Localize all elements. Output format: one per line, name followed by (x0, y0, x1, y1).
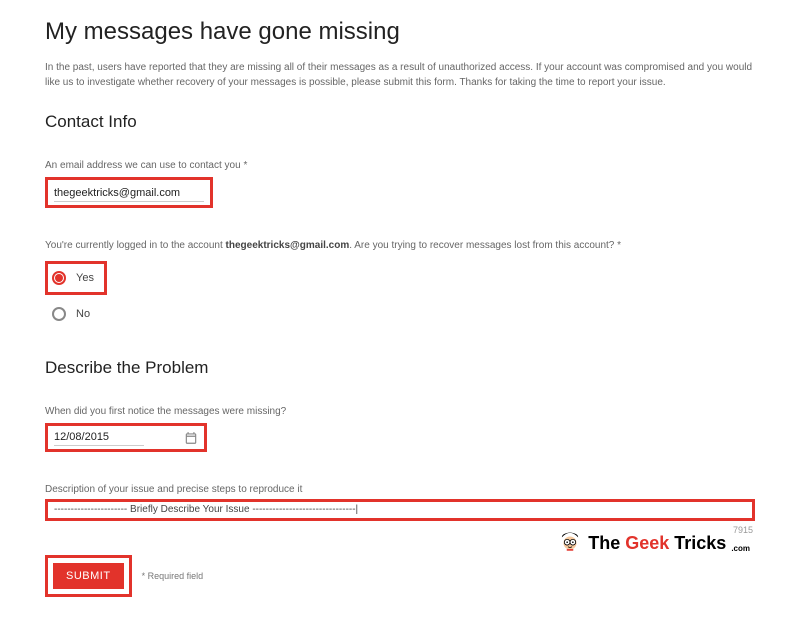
calendar-icon[interactable] (184, 431, 198, 445)
contact-heading: Contact Info (45, 112, 755, 132)
logged-in-question: You're currently logged in to the accoun… (45, 240, 755, 251)
site-logo: The Geek Tricks .com (557, 530, 750, 556)
logo-part1: The (588, 533, 620, 554)
date-field[interactable] (54, 429, 144, 446)
email-highlight (45, 177, 213, 208)
logo-part3: Tricks (674, 533, 726, 554)
desc-highlight[interactable]: ---------------------- Briefly Describe … (45, 499, 755, 521)
radio-no[interactable]: No (45, 307, 755, 321)
logged-in-account: thegeektricks@gmail.com (226, 240, 350, 251)
email-field[interactable] (54, 185, 204, 202)
date-highlight (45, 423, 207, 452)
radio-yes-label: Yes (76, 272, 94, 284)
page-title: My messages have gone missing (45, 18, 755, 46)
logo-part2: Geek (625, 533, 669, 554)
desc-label: Description of your issue and precise st… (45, 484, 755, 495)
logo-suffix: .com (731, 544, 750, 553)
intro-text: In the past, users have reported that th… (45, 60, 755, 90)
submit-button[interactable]: SUBMIT (53, 563, 124, 589)
logged-in-prefix: You're currently logged in to the accoun… (45, 240, 226, 251)
desc-value: ---------------------- Briefly Describe … (54, 504, 358, 515)
radio-yes[interactable]: Yes (52, 271, 94, 285)
problem-heading: Describe the Problem (45, 358, 755, 378)
email-label: An email address we can use to contact y… (45, 160, 755, 171)
radio-no-label: No (76, 308, 90, 320)
radio-yes-circle (52, 271, 66, 285)
logged-in-suffix: . Are you trying to recover messages los… (349, 240, 621, 251)
required-note: * Required field (142, 571, 204, 581)
logo-face-icon (557, 530, 583, 556)
radio-no-circle (52, 307, 66, 321)
submit-highlight: SUBMIT (45, 555, 132, 597)
when-label: When did you first notice the messages w… (45, 406, 755, 417)
yes-highlight: Yes (45, 261, 107, 295)
